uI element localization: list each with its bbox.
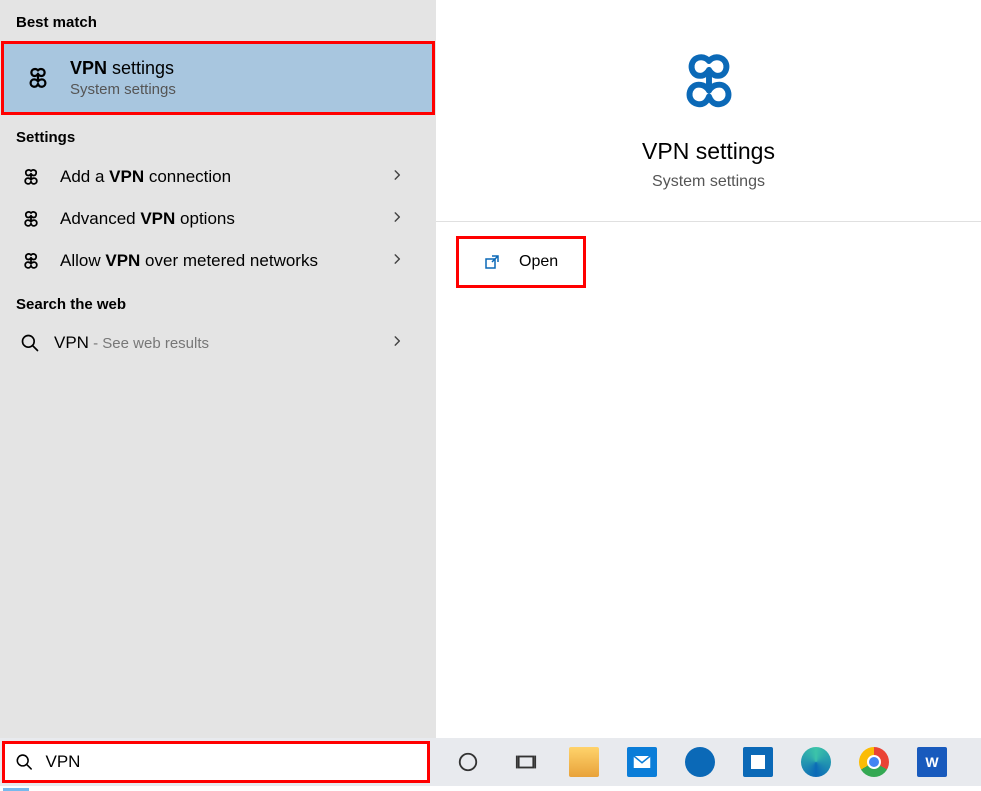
search-icon [20, 333, 40, 353]
web-result-sub: - See web results [89, 335, 209, 352]
search-icon [15, 752, 33, 772]
mail-icon [627, 747, 657, 777]
preview-hero: VPN settings System settings [436, 0, 981, 222]
word-icon: W [917, 747, 947, 777]
preview-subtitle: System settings [652, 173, 765, 191]
settings-item-label: Allow VPN over metered networks [60, 251, 318, 271]
chevron-right-icon [390, 334, 404, 353]
chrome-icon [859, 747, 889, 777]
taskbar: W [0, 738, 981, 786]
web-result-main: VPN [54, 333, 89, 352]
search-input[interactable] [45, 752, 417, 772]
news-icon [743, 747, 773, 777]
open-button[interactable]: Open [456, 236, 586, 288]
taskbar-search-box[interactable] [2, 741, 430, 783]
vpn-icon [24, 64, 52, 92]
chevron-right-icon [390, 210, 404, 229]
taskbar-app-file-explorer[interactable] [564, 742, 604, 782]
vpn-icon [20, 250, 42, 272]
taskbar-app-edge[interactable] [796, 742, 836, 782]
taskbar-app-mail[interactable] [622, 742, 662, 782]
best-match-result-vpn-settings[interactable]: VPN settings System settings [1, 41, 435, 115]
preview-title: VPN settings [642, 138, 775, 165]
chevron-right-icon [390, 252, 404, 271]
settings-item-allow-vpn-metered[interactable]: Allow VPN over metered networks [0, 240, 436, 282]
search-results-panel: Best match VPN settings System settings … [0, 0, 436, 738]
best-match-heading: Best match [0, 0, 436, 41]
settings-item-add-vpn-connection[interactable]: Add a VPN connection [0, 156, 436, 198]
cortana-button[interactable] [448, 742, 488, 782]
vpn-icon [672, 44, 746, 118]
open-label: Open [519, 253, 558, 271]
taskbar-app-word[interactable]: W [912, 742, 952, 782]
edge-icon [801, 747, 831, 777]
preview-panel: VPN settings System settings Open [436, 0, 981, 738]
settings-item-advanced-vpn-options[interactable]: Advanced VPN options [0, 198, 436, 240]
search-web-heading: Search the web [0, 282, 436, 323]
vpn-icon [20, 208, 42, 230]
task-view-button[interactable] [506, 742, 546, 782]
cortana-icon [457, 751, 479, 773]
vpn-icon [20, 166, 42, 188]
best-match-title: VPN settings [70, 58, 176, 79]
taskbar-app-dell[interactable] [680, 742, 720, 782]
task-view-icon [515, 751, 537, 773]
dell-icon [685, 747, 715, 777]
chevron-right-icon [390, 168, 404, 187]
taskbar-app-chrome[interactable] [854, 742, 894, 782]
best-match-subtitle: System settings [70, 81, 176, 98]
settings-item-label: Add a VPN connection [60, 167, 231, 187]
open-external-icon [483, 253, 501, 271]
settings-heading: Settings [0, 115, 436, 156]
taskbar-app-news[interactable] [738, 742, 778, 782]
settings-item-label: Advanced VPN options [60, 209, 235, 229]
file-explorer-icon [569, 747, 599, 777]
web-result-vpn[interactable]: VPN - See web results [0, 323, 436, 363]
